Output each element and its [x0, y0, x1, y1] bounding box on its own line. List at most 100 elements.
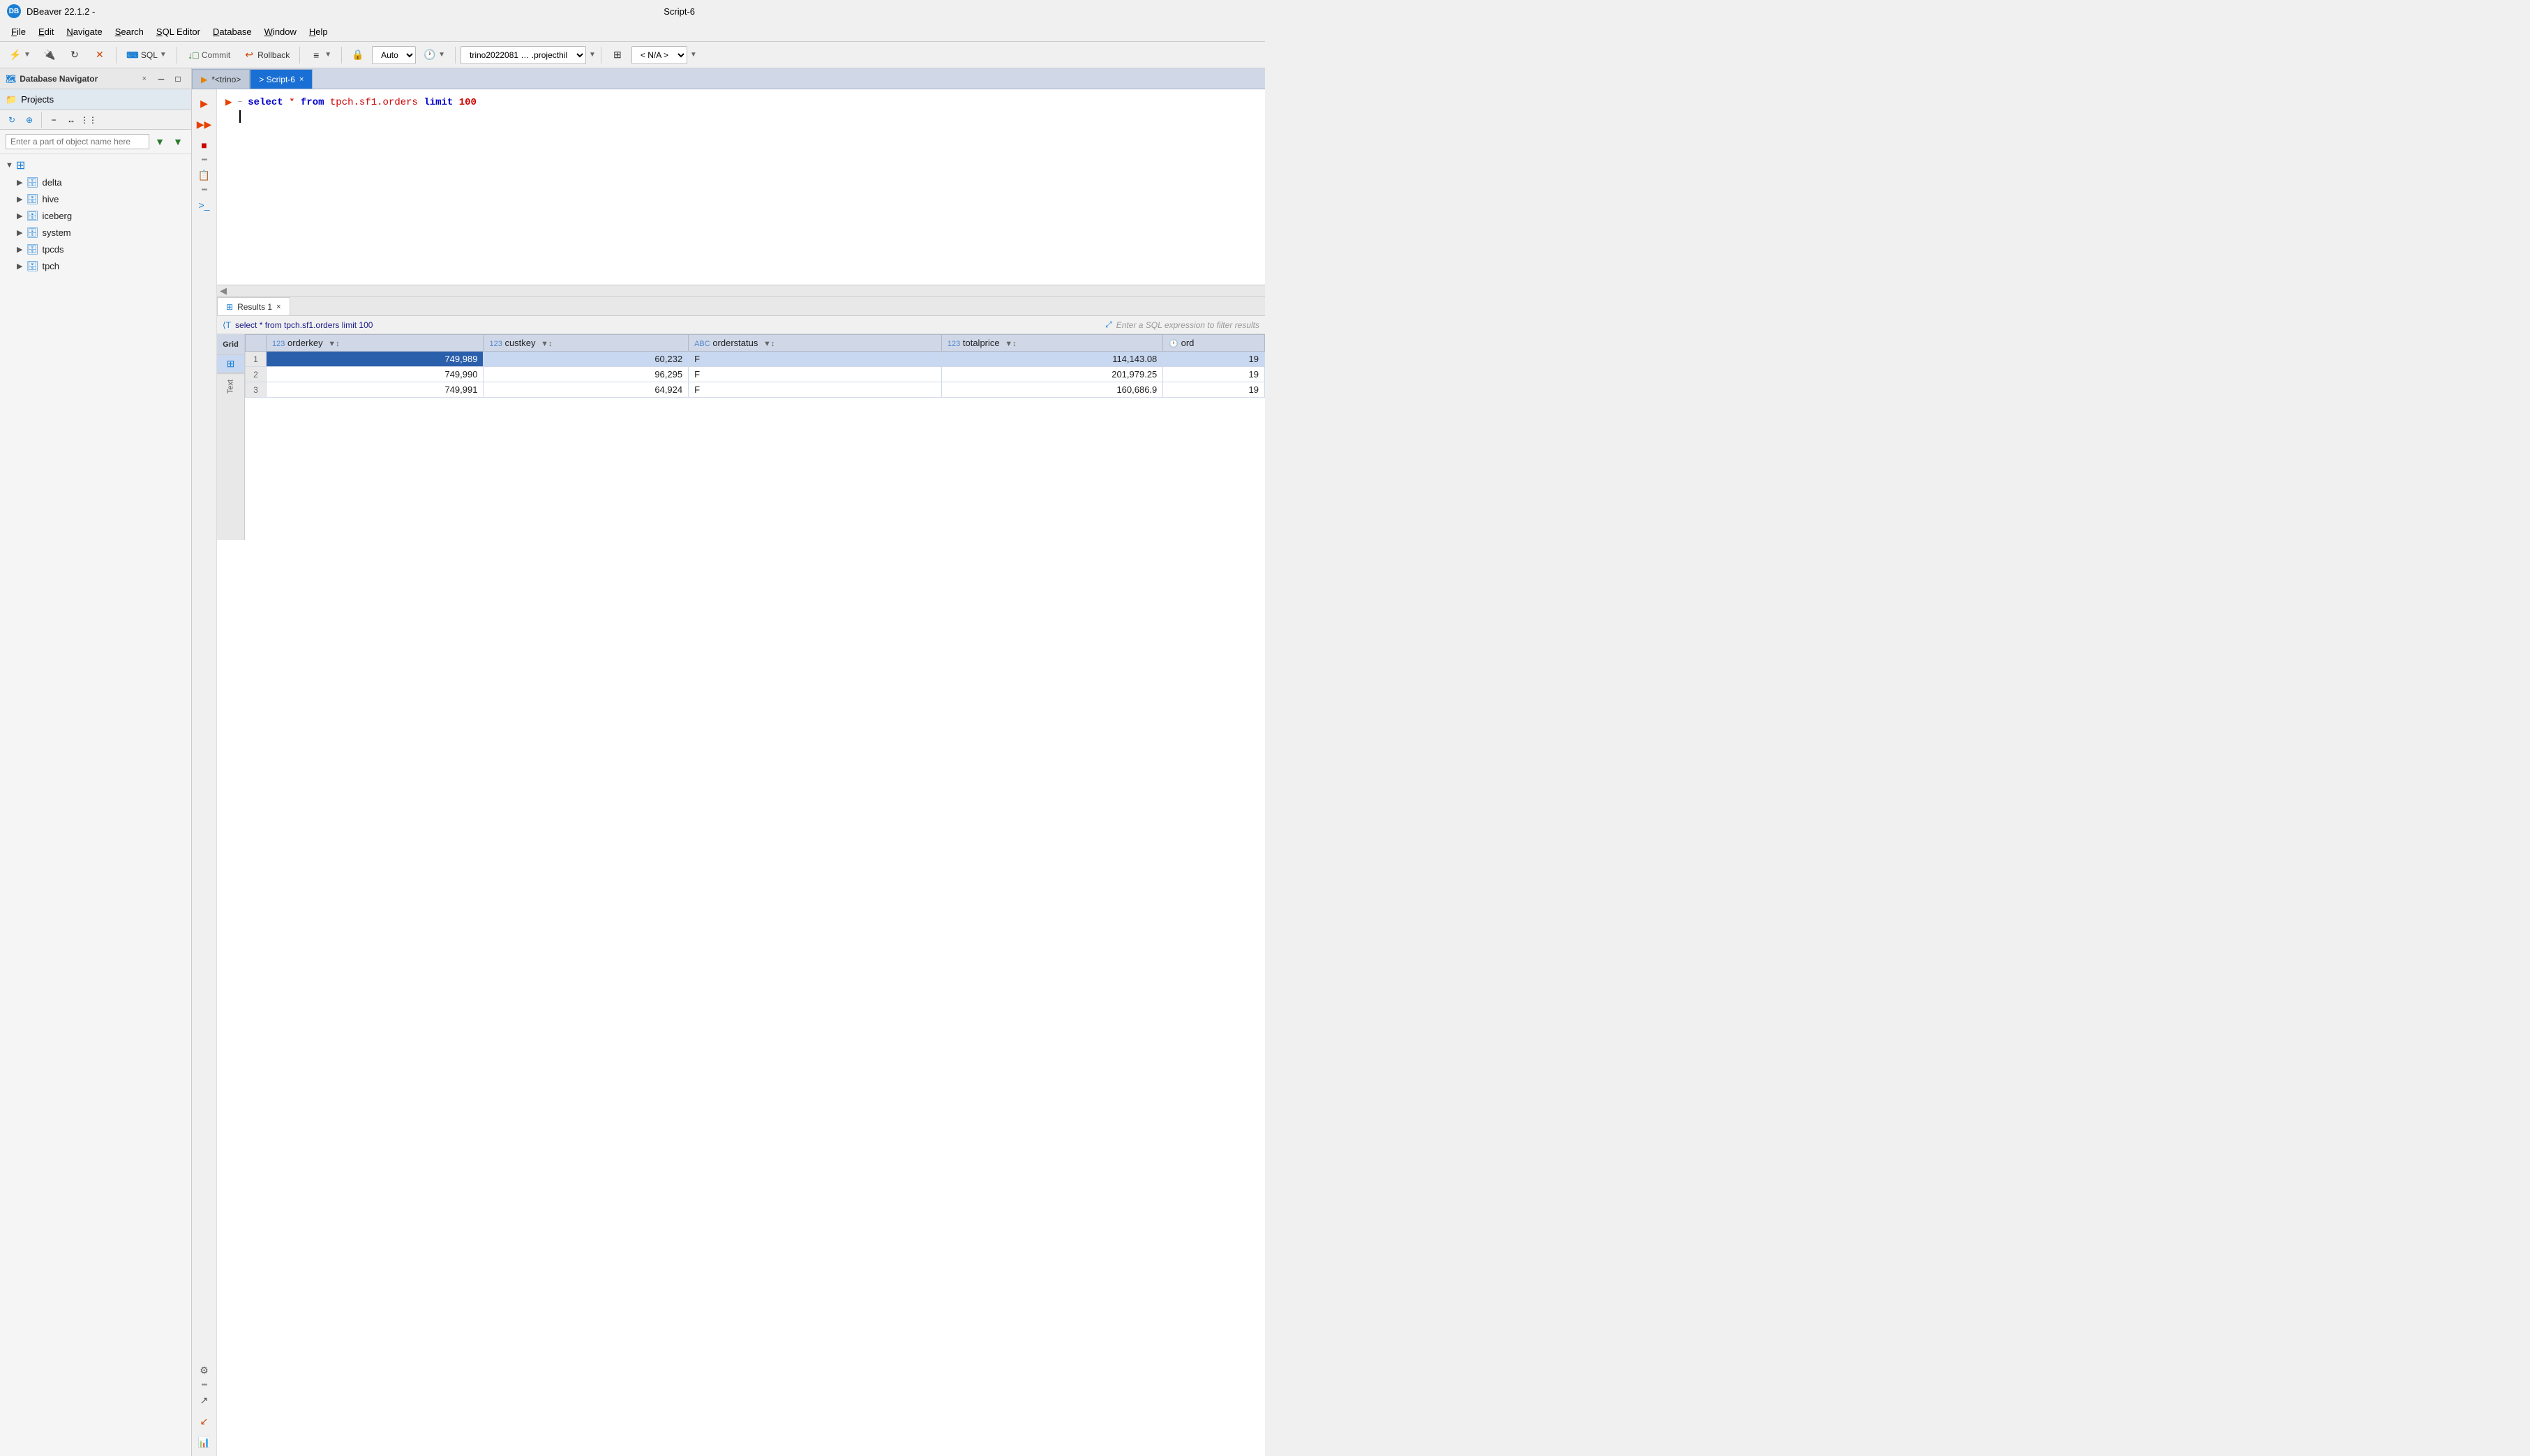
th-ord[interactable]: 🕐 ord [1163, 335, 1265, 352]
disconnect-button[interactable]: 🔌 [38, 45, 61, 65]
scroll-area[interactable]: ◀ [217, 285, 1265, 296]
code-line-1: ▶ − select * from tpch.sf1.orders limit … [225, 95, 1257, 110]
th-custkey-filter[interactable]: ▼↕ [541, 340, 552, 348]
code-line-2 [225, 110, 1257, 123]
tpch-expand-icon[interactable]: ▶ [17, 262, 22, 271]
root-expand[interactable]: ▼ [6, 161, 13, 170]
th-orderstatus[interactable]: ABC orderstatus ▼↕ [689, 335, 942, 352]
collapse-all-button[interactable]: − [46, 112, 61, 128]
delta-expand-icon[interactable]: ▶ [17, 178, 22, 187]
window-title: Script-6 [100, 6, 1258, 17]
connection-dropdown[interactable]: trino2022081 … .projecthil [461, 46, 586, 64]
minimize-panel-button[interactable]: ─ [154, 71, 169, 87]
iceberg-expand-icon[interactable]: ▶ [17, 211, 22, 220]
menu-search[interactable]: Search [110, 24, 149, 39]
table-row[interactable]: 1 749,989 60,232 F 114,143.08 19 [246, 352, 1265, 367]
tree-item-tpch[interactable]: ▶ 🗄 tpch [0, 257, 191, 274]
filter-settings-button[interactable]: ▼ [170, 134, 186, 149]
export-button[interactable]: ↗ [195, 1390, 214, 1410]
rollback-icon: ↩ [243, 49, 255, 61]
menu-navigate[interactable]: Navigate [61, 24, 107, 39]
results-filter-bar: ⟨T select * from tpch.sf1.orders limit 1… [217, 316, 1265, 334]
tab-script6[interactable]: > Script-6 × [250, 69, 313, 89]
menu-database[interactable]: Database [207, 24, 257, 39]
menu-window[interactable]: Window [259, 24, 302, 39]
link-editor-button[interactable]: ↔ [63, 112, 79, 128]
data-table-wrapper: 123 orderkey ▼↕ 123 custkey ▼↕ [245, 334, 1265, 540]
tree-item-iceberg[interactable]: ▶ 🗄 iceberg [0, 207, 191, 224]
code-editor[interactable]: ▶ − select * from tpch.sf1.orders limit … [217, 89, 1265, 285]
tab-script6-close[interactable]: × [299, 75, 304, 84]
connect-button[interactable]: ⚡ ▼ [4, 45, 36, 65]
run-script-button[interactable]: ▶▶ [195, 114, 214, 134]
run-button[interactable]: ▶ [195, 93, 214, 113]
table-header-row: 123 orderkey ▼↕ 123 custkey ▼↕ [246, 335, 1265, 352]
th-orderstatus-filter[interactable]: ▼↕ [763, 340, 774, 348]
th-orderkey-filter[interactable]: ▼↕ [328, 340, 339, 348]
tree-item-hive[interactable]: ▶ 🗄 hive [0, 190, 191, 207]
tab-results-1[interactable]: ⊞ Results 1 × [217, 297, 290, 315]
scroll-left-arrow[interactable]: ◀ [220, 285, 227, 297]
text-cursor [239, 110, 241, 123]
results-tab-close[interactable]: × [276, 303, 280, 311]
maximize-panel-button[interactable]: □ [170, 71, 186, 87]
hive-expand-icon[interactable]: ▶ [17, 195, 22, 204]
menu-file[interactable]: File [6, 24, 31, 39]
commit-button[interactable]: ↓□ Commit [182, 45, 235, 65]
row-3-custkey: 64,924 [484, 382, 689, 398]
delta-db-icon: 🗄 [27, 177, 38, 188]
explain-button[interactable]: 📋 [195, 165, 214, 185]
system-expand-icon[interactable]: ▶ [17, 228, 22, 237]
tree-item-tpcds[interactable]: ▶ 🗄 tpcds [0, 241, 191, 257]
import-button[interactable]: ↙ [195, 1411, 214, 1431]
rollback-button[interactable]: ↩ Rollback [238, 45, 294, 65]
table-row[interactable]: 2 749,990 96,295 F 201,979.25 19 [246, 367, 1265, 382]
search-input[interactable] [6, 134, 149, 149]
tab-trino[interactable]: ▶ *<trino> [192, 69, 250, 89]
reconnect-button[interactable]: ↻ [63, 45, 86, 65]
th-totalprice[interactable]: 123 totalprice ▼↕ [941, 335, 1162, 352]
clock-button[interactable]: 🕐 ▼ [419, 45, 450, 65]
projects-tab[interactable]: 📁 Projects [0, 89, 191, 110]
auto-dropdown[interactable]: Auto [372, 46, 416, 64]
format-icon: ≡ [310, 49, 322, 61]
sql-editor-button[interactable]: ⌨ SQL ▼ [121, 45, 172, 65]
sync-button[interactable]: ⋮⋮ [81, 112, 96, 128]
tpcds-expand-icon[interactable]: ▶ [17, 245, 22, 254]
settings-icon: ⚙ [200, 1365, 209, 1376]
menu-edit[interactable]: Edit [33, 24, 59, 39]
grid-button[interactable]: ⊞ [606, 45, 629, 65]
row-3-totalprice: 160,686.9 [941, 382, 1162, 398]
menu-help[interactable]: Help [304, 24, 334, 39]
th-orderkey[interactable]: 123 orderkey ▼↕ [267, 335, 484, 352]
menu-sql-editor[interactable]: SQL Editor [151, 24, 206, 39]
projects-icon: 📁 [6, 94, 17, 105]
row-3-orderstatus: F [689, 382, 942, 398]
table-row[interactable]: 3 749,991 64,924 F 160,686.9 19 [246, 382, 1265, 398]
th-orderstatus-type: ABC [694, 340, 710, 348]
tree-item-delta[interactable]: ▶ 🗄 delta [0, 174, 191, 190]
tree-item-system[interactable]: ▶ 🗄 system [0, 224, 191, 241]
disconnect-all-button[interactable]: ✕ [89, 45, 111, 65]
chart-button[interactable]: 📊 [195, 1432, 214, 1452]
tree-root: ▼ ⊞ [0, 157, 191, 174]
na-dropdown[interactable]: < N/A > [631, 46, 687, 64]
sql-icon: ⌨ [126, 49, 139, 61]
keyword-from: from [301, 97, 324, 108]
th-custkey[interactable]: 123 custkey ▼↕ [484, 335, 689, 352]
main-layout: 🗺 Database Navigator × ─ □ 📁 Projects ↻ … [0, 68, 1265, 1456]
keyword-select: select [248, 97, 283, 108]
filter-placeholder-text: Enter a SQL expression to filter results [1116, 320, 1259, 330]
th-totalprice-filter[interactable]: ▼↕ [1005, 340, 1016, 348]
format-button[interactable]: ≡ ▼ [305, 45, 336, 65]
terminal-button[interactable]: >_ [195, 195, 214, 215]
settings-button[interactable]: ⚙ [195, 1360, 214, 1380]
sql-label: SQL [141, 50, 158, 60]
panel-close-button[interactable]: × [142, 75, 147, 83]
stop-button[interactable]: ■ [195, 135, 214, 155]
lock-button[interactable]: 🔒 [347, 45, 369, 65]
new-connection-button[interactable]: ⊕ [22, 112, 37, 128]
filter-dropdown-button[interactable]: ▼ [152, 134, 167, 149]
refresh-navigator-button[interactable]: ↻ [4, 112, 20, 128]
separator-4 [341, 47, 342, 63]
